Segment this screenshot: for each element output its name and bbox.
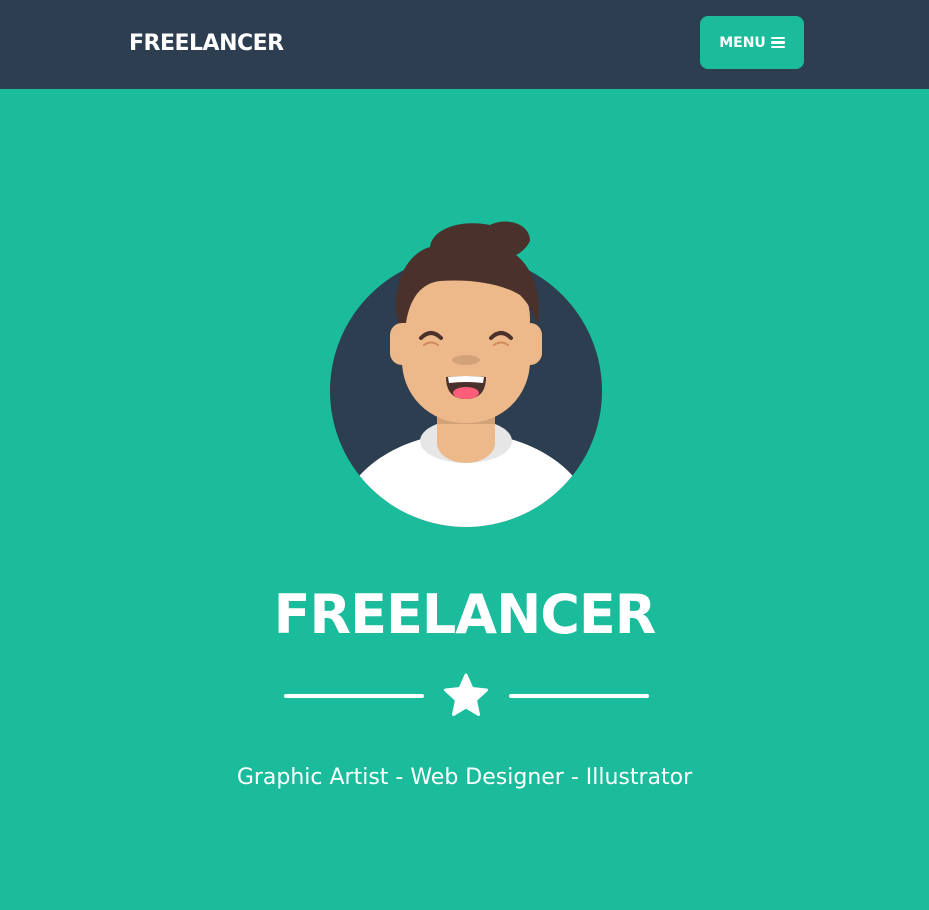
star-divider [284,673,649,719]
menu-button[interactable]: MENU [700,16,804,69]
menu-label: MENU [719,34,766,51]
navbar: FREELANCER MENU [0,0,929,89]
subheading: Graphic Artist - Web Designer - Illustra… [236,765,693,790]
divider-line-right [509,694,649,698]
bars-icon [770,36,785,49]
avatar-illustration [330,221,602,527]
divider-line-left [284,694,424,698]
star-icon [444,673,488,716]
page-title: FREELANCER [273,583,657,646]
masthead: FREELANCER Graphic Artist - Web Designer… [0,89,929,910]
brand-link[interactable]: FREELANCER [129,30,284,58]
